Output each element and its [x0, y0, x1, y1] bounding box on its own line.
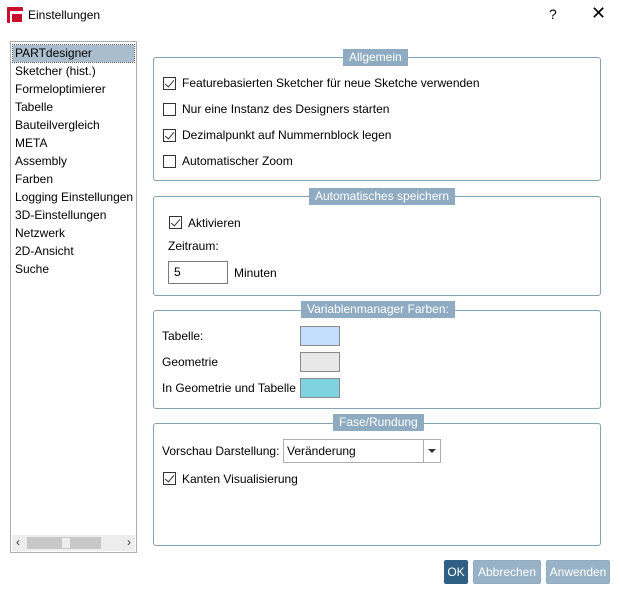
sidebar-item[interactable]: META	[15, 135, 47, 152]
horizontal-scrollbar[interactable]: ‹ ›	[12, 535, 135, 551]
option-checkbox[interactable]	[163, 77, 176, 90]
option-checkbox[interactable]	[163, 129, 176, 142]
scroll-right-icon[interactable]: ›	[127, 535, 131, 549]
preview-label: Vorschau Darstellung:	[162, 444, 280, 458]
ok-button[interactable]: OK	[444, 560, 468, 584]
window-title: Einstellungen	[28, 8, 101, 22]
period-unit: Minuten	[234, 266, 277, 280]
option-label: Automatischer Zoom	[182, 154, 293, 168]
group-varcolors-legend: Variablenmanager Farben:	[301, 301, 455, 318]
sidebar-item[interactable]: Netzwerk	[15, 225, 65, 242]
option-checkbox[interactable]	[163, 155, 176, 168]
group-fase-legend: Fase/Rundung	[333, 414, 424, 431]
sidebar-item[interactable]: Logging Einstellungen	[15, 189, 133, 206]
period-input[interactable]: 5	[168, 261, 228, 284]
sidebar-item[interactable]: Tabelle	[15, 99, 53, 116]
app-icon	[7, 7, 24, 24]
option-label: Nur eine Instanz des Designers starten	[182, 102, 390, 116]
scroll-left-icon[interactable]: ‹	[16, 535, 20, 549]
help-button[interactable]: ?	[549, 6, 557, 22]
color-swatch-button[interactable]	[300, 326, 340, 346]
option-checkbox[interactable]	[163, 103, 176, 116]
color-label: Tabelle:	[162, 329, 204, 343]
scrollbar-thumb[interactable]	[62, 538, 70, 548]
color-swatch-button[interactable]	[300, 352, 340, 372]
activate-checkbox[interactable]	[169, 216, 182, 229]
group-allgemein-legend: Allgemein	[343, 49, 408, 66]
option-label: Dezimalpunkt auf Nummernblock legen	[182, 128, 392, 142]
group-autosave-legend: Automatisches speichern	[309, 188, 456, 205]
sidebar-item[interactable]: Formeloptimierer	[15, 81, 106, 98]
close-button[interactable]: ✕	[591, 3, 606, 24]
sidebar-item[interactable]: Sketcher (hist.)	[15, 63, 96, 80]
sidebar-item[interactable]: Assembly	[15, 153, 67, 170]
activate-label: Aktivieren	[188, 216, 241, 230]
edges-label: Kanten Visualisierung	[182, 472, 298, 486]
sidebar-item[interactable]: Farben	[15, 171, 53, 188]
option-label: Featurebasierten Sketcher für neue Sketc…	[182, 76, 480, 90]
preview-select[interactable]: Veränderung	[283, 439, 441, 463]
category-list[interactable]: ‹ › PARTdesigner Sketcher (hist.) Formelop…	[10, 41, 137, 553]
color-label: In Geometrie und Tabelle	[162, 381, 296, 395]
cancel-button[interactable]: Abbrechen	[473, 560, 541, 584]
period-label: Zeitraum:	[168, 239, 219, 253]
sidebar-item[interactable]: 3D-Einstellungen	[15, 207, 106, 224]
color-label: Geometrie	[162, 355, 219, 369]
color-swatch-button[interactable]	[300, 378, 340, 398]
scrollbar-track[interactable]	[27, 537, 101, 549]
chevron-down-icon[interactable]	[423, 440, 440, 462]
edges-checkbox[interactable]	[163, 472, 176, 485]
sidebar-item[interactable]: PARTdesigner	[12, 44, 135, 63]
sidebar-item[interactable]: Bauteilvergleich	[15, 117, 100, 134]
sidebar-item[interactable]: 2D-Ansicht	[15, 243, 74, 260]
sidebar-item[interactable]: Suche	[15, 261, 49, 278]
preview-select-value: Veränderung	[287, 444, 356, 458]
apply-button[interactable]: Anwenden	[546, 560, 610, 584]
